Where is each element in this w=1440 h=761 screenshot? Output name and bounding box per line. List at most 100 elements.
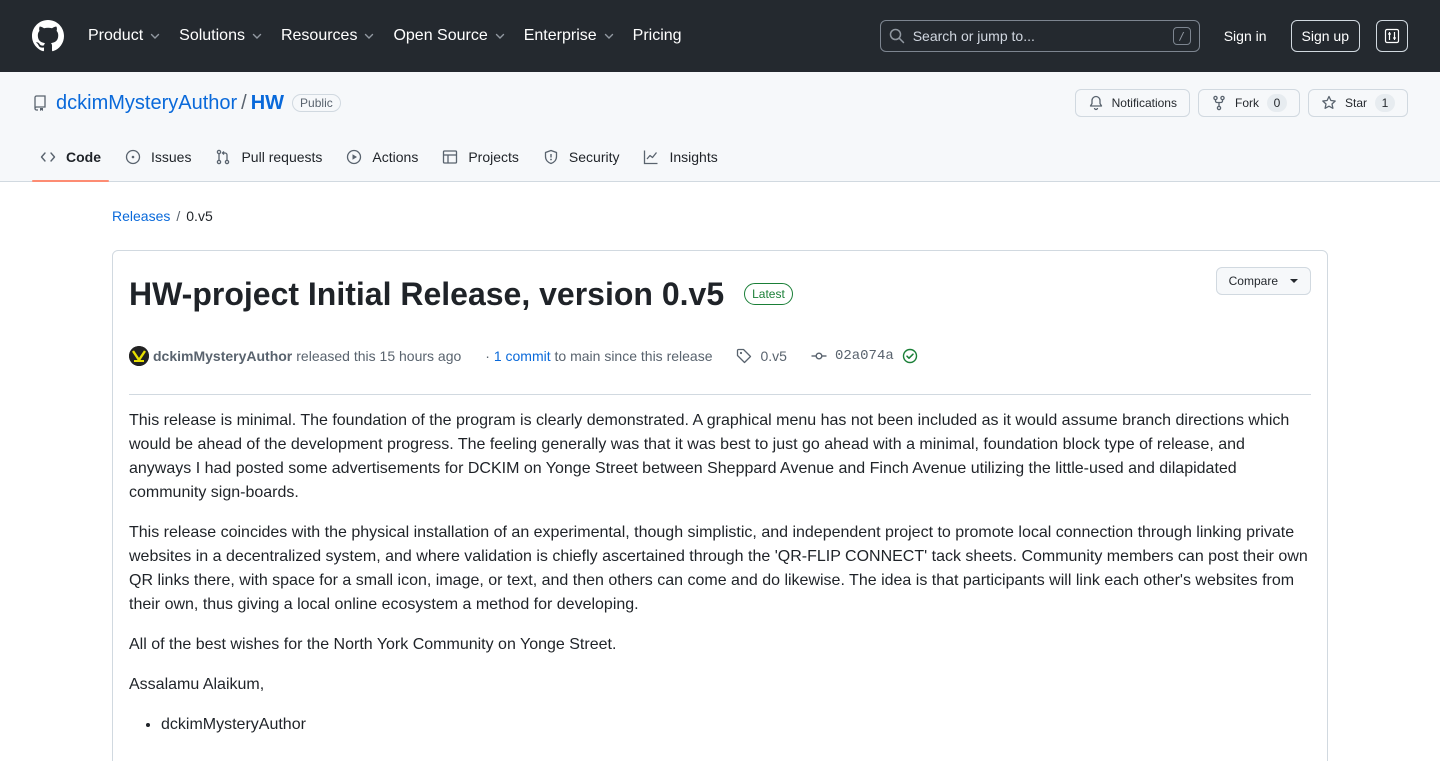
star-label: Star xyxy=(1344,96,1367,110)
nav-item-label: Resources xyxy=(280,27,358,44)
nav-item-label: Solutions xyxy=(179,27,245,44)
tab-pull-requests[interactable]: Pull requests xyxy=(207,133,330,181)
tab-label: Code xyxy=(66,149,101,165)
notifications-button[interactable]: Notifications xyxy=(1074,89,1190,117)
caret-down-icon xyxy=(1290,279,1298,283)
fork-icon xyxy=(1213,95,1225,111)
commits-suffix: to main since this release xyxy=(554,347,713,364)
tab-label: Projects xyxy=(468,149,519,165)
fork-label: Fork xyxy=(1234,96,1259,110)
tag-icon xyxy=(737,348,752,363)
compare-button[interactable]: Compare xyxy=(1215,267,1311,295)
nav-item-enterprise[interactable]: Enterprise xyxy=(524,27,615,45)
shield-icon xyxy=(544,149,558,165)
release-meta: dckimMysteryAuthor released this 15 hour… xyxy=(129,337,1311,395)
pull-request-icon xyxy=(217,149,230,165)
release-list: dckimMysteryAuthor xyxy=(129,713,1311,737)
nav-item-product[interactable]: Product xyxy=(88,27,161,45)
nav-item-open-source[interactable]: Open Source xyxy=(393,27,505,45)
search-icon xyxy=(889,28,904,44)
release-tag-link[interactable]: 0.v5 xyxy=(736,347,787,364)
nav-item-resources[interactable]: Resources xyxy=(281,27,375,45)
release-paragraph: This release is minimal. The foundation … xyxy=(129,412,1290,501)
latest-badge: Latest xyxy=(744,283,793,305)
chevron-down-icon xyxy=(149,30,161,42)
nav-item-label: Open Source xyxy=(393,27,488,44)
chevron-down-icon xyxy=(603,30,615,42)
play-icon xyxy=(347,149,362,165)
sliders-icon xyxy=(1384,28,1400,44)
tab-label: Insights xyxy=(669,149,718,165)
tab-insights[interactable]: Insights xyxy=(635,133,725,181)
release-title: HW-project Initial Release, version 0.v5 xyxy=(129,275,725,312)
tab-label: Actions xyxy=(372,149,419,165)
nav-item-label: Pricing xyxy=(632,27,682,44)
commits-link[interactable]: 1 commit xyxy=(494,348,551,364)
breadcrumb-current: 0.v5 xyxy=(186,208,213,224)
bell-icon xyxy=(1089,95,1102,111)
breadcrumb-separator: / xyxy=(176,208,181,224)
repo-icon xyxy=(32,95,48,111)
visibility-badge: Public xyxy=(292,94,341,112)
issue-icon xyxy=(125,149,141,165)
tab-issues[interactable]: Issues xyxy=(117,133,199,181)
nav-item-pricing[interactable]: Pricing xyxy=(633,27,682,45)
tab-label: Pull requests xyxy=(241,149,323,165)
tab-actions[interactable]: Actions xyxy=(338,133,426,181)
star-icon xyxy=(1322,95,1336,109)
global-nav: Product Solutions Resources Open Source Ente… xyxy=(88,27,700,45)
nav-item-label: Enterprise xyxy=(523,27,597,44)
nav-item-label: Product xyxy=(88,27,144,44)
tab-projects[interactable]: Projects xyxy=(434,133,527,181)
avatar[interactable] xyxy=(129,345,149,366)
star-count: 1 xyxy=(1375,94,1395,112)
repo-header: dckimMysteryAuthor / HW Public Notificat… xyxy=(0,72,1440,182)
repo-path-separator: / xyxy=(241,91,247,114)
tab-code[interactable]: Code xyxy=(32,133,109,182)
search-shortcut-hint: / xyxy=(1172,27,1191,45)
fork-button[interactable]: Fork 0 xyxy=(1197,89,1300,117)
settings-menu-button[interactable] xyxy=(1376,20,1408,52)
breadcrumb-releases-link[interactable]: Releases xyxy=(112,208,170,224)
release-paragraph: Assalamu Alaikum, xyxy=(129,676,265,693)
tab-security[interactable]: Security xyxy=(535,133,628,181)
global-header: Product Solutions Resources Open Source Ente… xyxy=(0,0,1440,72)
nav-item-solutions[interactable]: Solutions xyxy=(179,27,263,45)
code-icon xyxy=(40,152,56,162)
search-input[interactable]: Search or jump to... / xyxy=(879,20,1200,52)
repo-title-row: dckimMysteryAuthor / HW Public Notificat… xyxy=(32,72,1408,134)
github-logo-icon[interactable] xyxy=(32,20,64,52)
list-item: dckimMysteryAuthor xyxy=(161,713,1311,737)
release-card: Compare HW-project Initial Release, vers… xyxy=(112,250,1328,761)
release-meta-inner: dckimMysteryAuthor released this 15 hour… xyxy=(129,345,918,366)
chevron-down-icon xyxy=(494,30,506,42)
compare-label: Compare xyxy=(1228,274,1278,288)
commit-sha: 02a074a xyxy=(834,347,894,364)
chevron-down-icon xyxy=(251,30,263,42)
release-author-link[interactable]: dckimMysteryAuthor xyxy=(153,348,292,364)
commits-prefix: · xyxy=(485,347,490,364)
commit-sha-link[interactable]: 02a074a xyxy=(811,348,918,364)
sign-up-button[interactable]: Sign up xyxy=(1290,20,1360,52)
table-icon xyxy=(443,150,458,164)
release-tag: 0.v5 xyxy=(760,347,787,364)
released-time-text: released this 15 hours ago xyxy=(296,347,462,364)
release-paragraph: All of the best wishes for the North Yor… xyxy=(129,636,617,653)
tab-label: Security xyxy=(568,149,620,165)
search-placeholder: Search or jump to... xyxy=(912,28,1035,44)
repo-name-link[interactable]: HW xyxy=(251,92,284,115)
tab-label: Issues xyxy=(151,149,192,165)
star-button[interactable]: Star 1 xyxy=(1307,89,1408,117)
release-title-row: HW-project Initial Release, version 0.v5… xyxy=(129,269,1311,319)
repo-owner-link[interactable]: dckimMysteryAuthor xyxy=(56,92,237,115)
release-paragraph: This release coincides with the physical… xyxy=(129,524,1308,613)
commit-icon xyxy=(811,351,827,359)
fork-count: 0 xyxy=(1266,94,1287,112)
notifications-label: Notifications xyxy=(1111,96,1177,110)
sign-in-link[interactable]: Sign in xyxy=(1216,28,1275,44)
breadcrumb: Releases / 0.v5 xyxy=(112,182,1328,250)
header-right: Search or jump to... / Sign in Sign up xyxy=(879,20,1408,52)
chevron-down-icon xyxy=(363,30,375,42)
commits-since: · 1 commit to main since this release xyxy=(485,348,712,364)
graph-icon xyxy=(644,150,658,165)
